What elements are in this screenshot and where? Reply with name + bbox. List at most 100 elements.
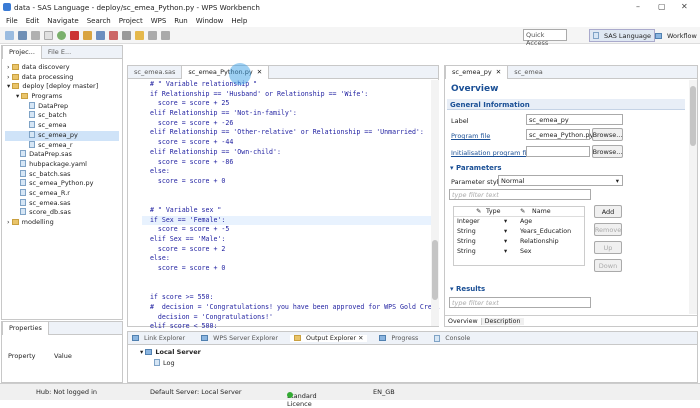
- run-icon[interactable]: [57, 30, 66, 40]
- tree-item[interactable]: DataPrep.sas: [5, 150, 119, 160]
- parameter-filter-input[interactable]: type filter text: [449, 189, 591, 200]
- code-line: # " Variable sex ": [142, 205, 222, 214]
- tab-progress[interactable]: Progress: [375, 335, 422, 342]
- parameter-name: Years_Education: [520, 228, 572, 235]
- parameter-row[interactable]: Integer ▾ Age: [454, 217, 584, 227]
- overview-scrollbar[interactable]: [689, 80, 697, 314]
- print-icon[interactable]: [44, 30, 53, 40]
- menu-window[interactable]: Window: [196, 17, 224, 25]
- quick-access-input[interactable]: Quick Access: [523, 29, 567, 47]
- close-icon[interactable]: ✕: [681, 2, 688, 11]
- menu-file[interactable]: File: [6, 17, 18, 25]
- editor-scrollbar[interactable]: [431, 80, 439, 326]
- overview-panel: sc_emea_py ✕ sc_emea Overview General Inf…: [444, 65, 698, 327]
- menu-run[interactable]: Run: [174, 17, 187, 25]
- tree-item[interactable]: sc_emea_R.r: [5, 188, 119, 199]
- browse-program-button[interactable]: Browse...: [592, 128, 623, 141]
- close-tab-icon[interactable]: ✕: [257, 68, 262, 76]
- editor-scroll-thumb[interactable]: [432, 240, 438, 300]
- parameter-row[interactable]: String ▾ Relationship: [454, 237, 584, 247]
- forward-icon[interactable]: [161, 30, 170, 40]
- console-icon: [434, 334, 441, 342]
- program-file-link[interactable]: Program file: [451, 132, 490, 140]
- tree-item[interactable]: sc_batch: [5, 111, 119, 121]
- code-line: elif Relationship == 'Other-relative' or…: [142, 128, 424, 137]
- search-icon[interactable]: [122, 30, 131, 40]
- menu-search[interactable]: Search: [87, 17, 111, 25]
- save-icon[interactable]: [18, 30, 27, 40]
- tree-item[interactable]: ▾ deploy [deploy master]: [5, 82, 119, 92]
- save-all-icon[interactable]: [31, 30, 40, 40]
- stop-icon[interactable]: [70, 30, 79, 40]
- maximize-icon[interactable]: ▢: [658, 2, 666, 11]
- new-icon[interactable]: [5, 30, 14, 40]
- init-program-file-input[interactable]: [526, 146, 590, 157]
- tab-wps-server-explorer[interactable]: WPS Server Explorer: [197, 335, 282, 342]
- init-program-file-link[interactable]: Initialisation program file: [451, 149, 532, 157]
- results-section[interactable]: ▾ Results: [450, 285, 485, 293]
- debug-icon[interactable]: [109, 30, 118, 40]
- overview-heading: Overview: [451, 84, 499, 94]
- folder-icon: [21, 93, 29, 100]
- tab-sc-emea[interactable]: sc_emea: [508, 66, 549, 79]
- menu-navigate[interactable]: Navigate: [47, 17, 78, 25]
- add-parameter-button[interactable]: Add: [594, 205, 622, 218]
- tab-console[interactable]: Console: [430, 334, 474, 342]
- menu-edit[interactable]: Edit: [26, 17, 40, 25]
- file-icon: [20, 179, 27, 187]
- parameters-section[interactable]: ▾ Parameters: [450, 164, 502, 172]
- open-folder-icon[interactable]: [83, 30, 92, 40]
- label-input[interactable]: sc_emea_py: [526, 114, 623, 125]
- tab-project-explorer[interactable]: Projec...: [2, 45, 42, 59]
- tree-item[interactable]: › data processing: [5, 73, 119, 83]
- perspective-workflow[interactable]: Workflow: [652, 29, 700, 42]
- tree-item[interactable]: sc_batch.sas: [5, 169, 119, 180]
- code-editor[interactable]: # " Variable relationship " if Relations…: [128, 79, 440, 342]
- back-icon[interactable]: [148, 30, 157, 40]
- minimize-icon[interactable]: –: [636, 2, 640, 11]
- overview-scroll-thumb[interactable]: [690, 86, 696, 146]
- parameter-row[interactable]: String ▾ Years_Education: [454, 227, 584, 237]
- parameter-style-select[interactable]: Normal ▾: [498, 175, 623, 186]
- tab-file-explorer[interactable]: File E...: [42, 46, 77, 59]
- window-title: data - SAS Language - deploy/sc_emea_Pyt…: [14, 3, 260, 12]
- tree-item[interactable]: › data discovery: [5, 63, 119, 73]
- annotation-icon[interactable]: [135, 30, 144, 40]
- tree-item[interactable]: sc_emea_Python.py: [5, 179, 119, 189]
- tab-sc-emea-py[interactable]: sc_emea_py ✕: [445, 65, 509, 79]
- move-up-button[interactable]: Up: [594, 241, 622, 254]
- menu-help[interactable]: Help: [231, 17, 247, 25]
- hub-status[interactable]: Hub: Not logged in: [36, 388, 97, 396]
- tree-item[interactable]: sc_emea_r: [5, 140, 119, 151]
- tab-sc-emea-python[interactable]: sc_emea_Python.py ✕: [181, 65, 270, 79]
- tab-properties[interactable]: Properties: [2, 321, 49, 335]
- menu-wps[interactable]: WPS: [151, 17, 167, 25]
- tree-item[interactable]: score_db.sas: [5, 208, 119, 218]
- results-filter-input[interactable]: type filter text: [449, 297, 591, 308]
- tree-item[interactable]: sc_emea.sas: [5, 198, 119, 209]
- tree-item[interactable]: sc_emea_py: [5, 130, 119, 141]
- browse-init-button[interactable]: Browse...: [592, 145, 623, 158]
- tab-link-explorer[interactable]: Link Explorer: [128, 335, 189, 342]
- general-information-section[interactable]: General Information: [450, 101, 530, 109]
- tree-item[interactable]: sc_emea: [5, 121, 119, 131]
- move-down-button[interactable]: Down: [594, 259, 622, 272]
- overview-tabs: sc_emea_py ✕ sc_emea: [445, 65, 697, 79]
- local-server-node[interactable]: ▾ Local Server: [140, 348, 201, 356]
- menu-project[interactable]: Project: [119, 17, 143, 25]
- tree-item[interactable]: hubpackage.yaml: [5, 159, 119, 170]
- tree-item[interactable]: › modelling: [5, 218, 119, 228]
- tree-item[interactable]: DataPrep: [5, 101, 119, 112]
- remove-parameter-button[interactable]: Remove: [594, 223, 622, 236]
- log-node[interactable]: Log: [154, 359, 175, 367]
- parameter-row[interactable]: String ▾ Sex: [454, 247, 584, 257]
- close-tab-icon[interactable]: ✕: [496, 68, 501, 76]
- tab-sc-emea-sas[interactable]: sc_emea.sas: [128, 66, 181, 79]
- perspective-sas-language[interactable]: SAS Language: [589, 29, 655, 42]
- tab-output-explorer[interactable]: Output Explorer ✕: [290, 334, 368, 342]
- tree-item[interactable]: ▾ Programs: [5, 92, 119, 102]
- tab-description[interactable]: Description: [481, 318, 524, 325]
- server-icon[interactable]: [96, 30, 105, 40]
- tab-overview[interactable]: Overview: [445, 318, 482, 325]
- program-file-input[interactable]: sc_emea_Python.py: [526, 129, 593, 140]
